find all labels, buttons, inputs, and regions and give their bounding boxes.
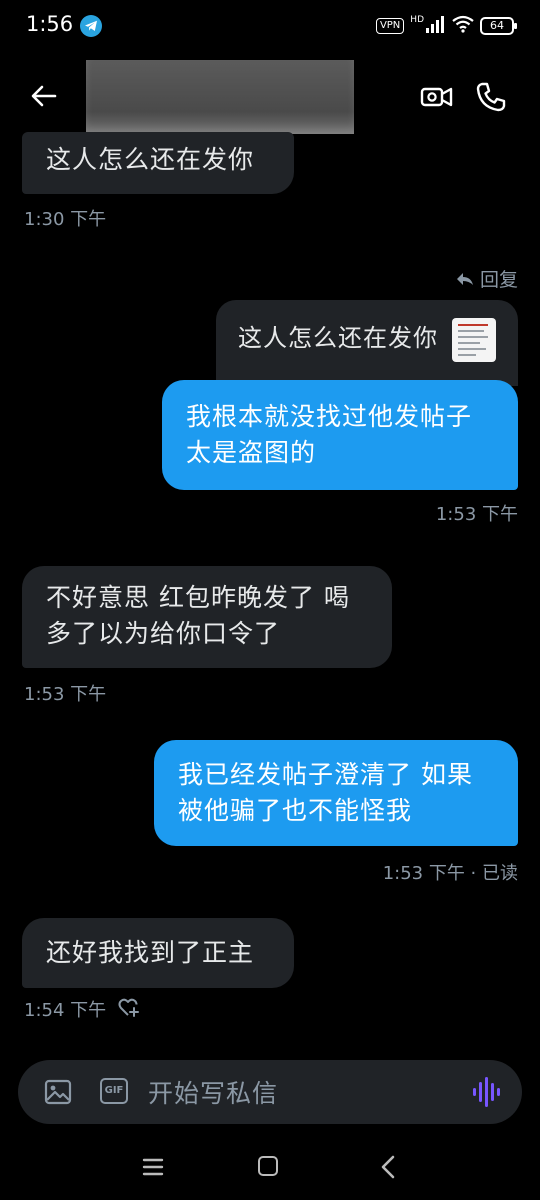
message-meta: 1:54 下午 — [24, 996, 140, 1022]
status-bar: 1:56 VPN HD 64 — [0, 0, 540, 52]
message-bubble-incoming[interactable]: 还好我找到了正主 — [22, 918, 294, 988]
reply-label: 回复 — [479, 269, 518, 291]
home-button[interactable] — [258, 1156, 278, 1176]
battery-indicator: 64 — [480, 17, 517, 35]
image-icon[interactable] — [44, 1078, 72, 1106]
reply-indicator: 回复 — [456, 265, 518, 292]
telegram-notification-icon — [80, 15, 102, 37]
heart-plus-icon[interactable] — [118, 997, 140, 1022]
reply-arrow-icon — [456, 272, 473, 285]
video-camera-icon — [420, 87, 453, 107]
video-call-button[interactable] — [420, 80, 454, 114]
chat-header — [0, 52, 540, 140]
quoted-message-text: 这人怎么还在发你 — [238, 324, 438, 352]
quoted-image-thumbnail — [452, 318, 496, 362]
phone-call-button[interactable] — [474, 80, 508, 114]
message-bubble-incoming[interactable]: 不好意思 红包昨晚发了 喝 多了以为给你口令了 — [22, 566, 392, 668]
message-timestamp: 1:30 下午 — [24, 209, 107, 230]
signal-icon — [426, 15, 446, 37]
system-back-button[interactable] — [376, 1154, 400, 1180]
gif-button[interactable]: GIF — [100, 1078, 128, 1104]
back-button[interactable] — [28, 80, 60, 112]
menu-icon — [142, 1158, 164, 1176]
message-input[interactable] — [146, 1074, 450, 1112]
message-bubble-outgoing[interactable]: 我根本就没找过他发帖子 太是盗图的 — [162, 380, 518, 490]
system-navigation-bar — [0, 1136, 540, 1200]
recent-apps-button[interactable] — [142, 1156, 164, 1178]
status-time: 1:56 — [26, 12, 74, 36]
message-timestamp: 1:53 下午 — [435, 504, 518, 525]
dm-conversation-screen: 1:56 VPN HD 64 这人怎么还在发你 1:30 下午 回复 这人怎么还… — [0, 0, 540, 1200]
message-bubble-incoming[interactable]: 这人怎么还在发你 — [22, 132, 294, 194]
arrow-left-icon — [31, 85, 57, 107]
status-icons: VPN HD 64 — [375, 15, 517, 37]
message-timestamp: 1:53 下午 — [24, 684, 107, 705]
vpn-badge: VPN — [375, 18, 405, 34]
chevron-left-icon — [381, 1155, 395, 1179]
message-timestamp: 1:54 下午 — [24, 1000, 107, 1021]
message-timestamp-read: 1:53 下午 · 已读 — [382, 863, 518, 884]
message-composer: GIF — [18, 1060, 522, 1124]
hd-label: HD — [410, 15, 424, 25]
contact-name-redacted[interactable] — [86, 60, 354, 134]
quoted-message-card[interactable]: 这人怎么还在发你 — [216, 300, 518, 386]
phone-icon — [476, 82, 506, 112]
wifi-icon — [452, 15, 474, 37]
voice-message-icon[interactable] — [472, 1076, 502, 1108]
message-bubble-outgoing[interactable]: 我已经发帖子澄清了 如果 被他骗了也不能怪我 — [154, 740, 518, 846]
